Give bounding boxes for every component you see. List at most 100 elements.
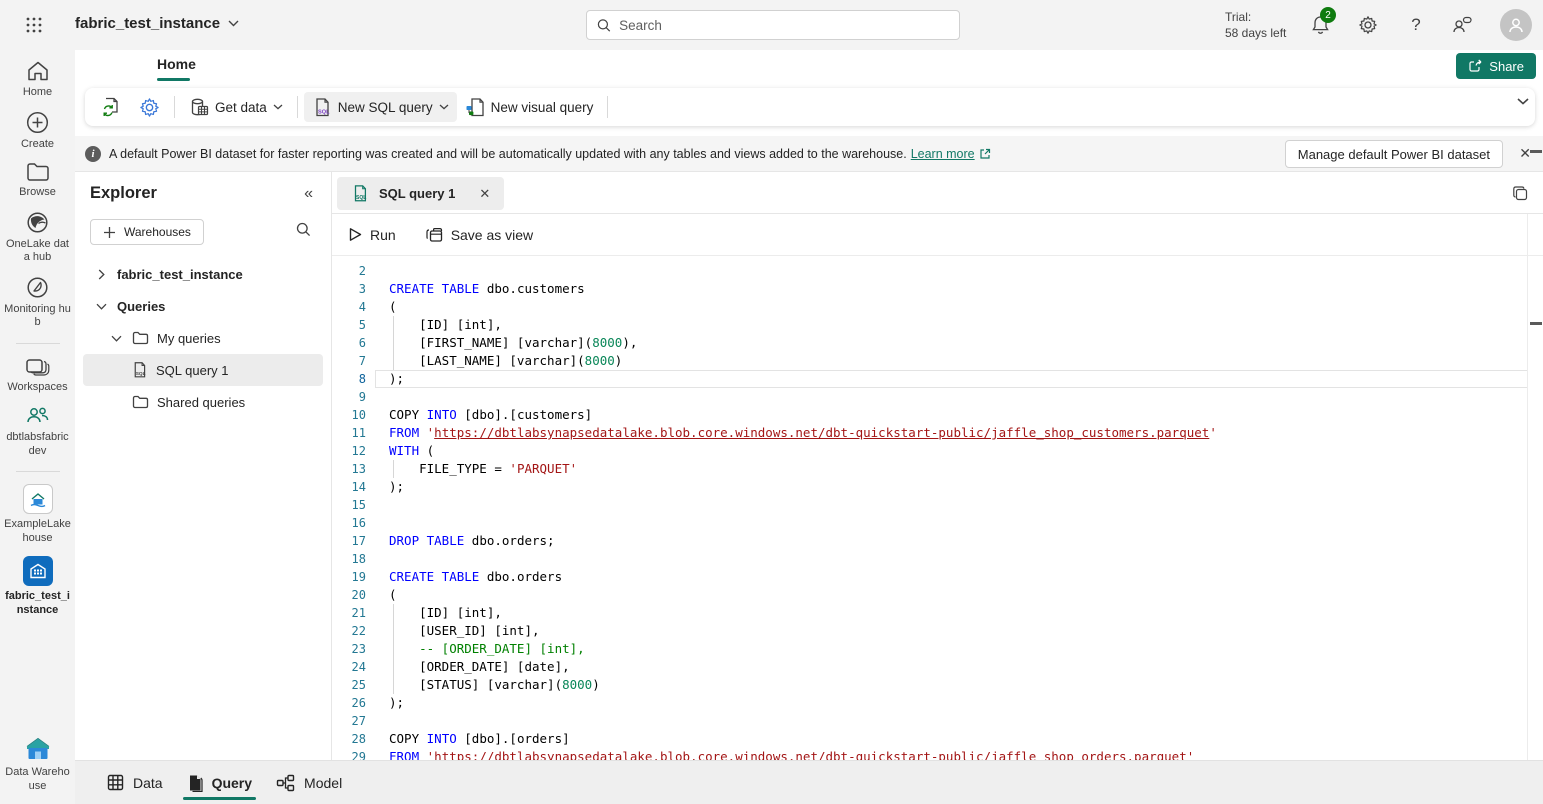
line-number: 25: [332, 676, 366, 694]
view-tab-model[interactable]: Model: [264, 761, 354, 804]
refresh-button[interactable]: [93, 92, 131, 122]
ribbon-expand-chevron[interactable]: [1517, 98, 1529, 105]
code-line-27[interactable]: 27: [332, 712, 1543, 730]
line-text: -- [ORDER_DATE] [int],: [366, 640, 585, 658]
sidebar-item-label: dbtlabsfabricdev: [4, 431, 72, 458]
code-line-7[interactable]: 7 [LAST_NAME] [varchar](8000): [332, 352, 1543, 370]
code-line-14[interactable]: 14);: [332, 478, 1543, 496]
line-number: 17: [332, 532, 366, 550]
main-content: Explorer « Warehouses fabric_test_instan…: [75, 172, 1543, 760]
workspace-name: fabric_test_instance: [75, 15, 220, 32]
warehouse-settings-button[interactable]: [131, 92, 168, 122]
manage-default-dataset-button[interactable]: Manage default Power BI dataset: [1285, 140, 1503, 168]
help-icon[interactable]: ?: [1404, 13, 1428, 37]
visual-query-icon: [465, 97, 485, 118]
close-tab-icon[interactable]: ✕: [479, 186, 490, 202]
code-line-13[interactable]: 13 FILE_TYPE = 'PARQUET': [332, 460, 1543, 478]
line-text: [366, 388, 389, 406]
code-line-24[interactable]: 24 [ORDER_DATE] [date],: [332, 658, 1543, 676]
sidebar-item-create[interactable]: Create: [2, 111, 74, 152]
view-tab-query[interactable]: Query: [175, 761, 264, 804]
code-line-22[interactable]: 22 [USER_ID] [int],: [332, 622, 1543, 640]
explorer-search-icon[interactable]: [296, 222, 311, 237]
code-line-10[interactable]: 10COPY INTO [dbo].[customers]: [332, 406, 1543, 424]
tab-sql-query-1[interactable]: SQL SQL query 1 ✕: [337, 177, 504, 210]
app-launcher-icon[interactable]: [24, 15, 44, 35]
sidebar-item-data-warehouse[interactable]: Data Warehouse: [2, 736, 74, 793]
add-warehouses-button[interactable]: Warehouses: [90, 219, 204, 245]
workspace-switcher[interactable]: fabric_test_instance: [75, 15, 239, 32]
new-visual-query-button[interactable]: New visual query: [457, 92, 602, 122]
query-tab-bar: SQL SQL query 1 ✕: [332, 172, 1543, 214]
code-line-11[interactable]: 11FROM 'https://dbtlabsynapsedatalake.bl…: [332, 424, 1543, 442]
sidebar-item-home[interactable]: Home: [2, 60, 74, 100]
sidebar-item-dbtlabsfabricdev[interactable]: dbtlabsfabricdev: [2, 405, 74, 458]
svg-text:SQL: SQL: [136, 371, 146, 377]
sidebar-item-workspaces[interactable]: Workspaces: [2, 356, 74, 395]
tree-item-fabric-test-instance[interactable]: fabric_test_instance: [83, 258, 323, 290]
code-line-23[interactable]: 23 -- [ORDER_DATE] [int],: [332, 640, 1543, 658]
line-number: 23: [332, 640, 366, 658]
run-icon: [349, 227, 362, 242]
sidebar-item-examplelakehouse[interactable]: ExampleLakehouse: [2, 484, 74, 545]
line-number: 11: [332, 424, 366, 442]
code-line-17[interactable]: 17DROP TABLE dbo.orders;: [332, 532, 1543, 550]
notifications-bell-icon[interactable]: 2: [1308, 13, 1332, 37]
save-as-view-button[interactable]: Save as view: [426, 227, 533, 243]
code-line-16[interactable]: 16: [332, 514, 1543, 532]
code-line-18[interactable]: 18: [332, 550, 1543, 568]
code-line-26[interactable]: 26);: [332, 694, 1543, 712]
code-line-2[interactable]: 2: [332, 262, 1543, 280]
sql-code-editor[interactable]: 23CREATE TABLE dbo.customers4(5 [ID] [in…: [332, 256, 1543, 760]
tab-home[interactable]: Home: [157, 56, 196, 72]
sidebar-item-monitoring-hub[interactable]: Monitoring hub: [2, 276, 74, 330]
share-button[interactable]: Share: [1456, 53, 1536, 79]
sidebar-item-fabric-test-instance[interactable]: fabric_test_instance: [2, 556, 74, 617]
code-line-9[interactable]: 9: [332, 388, 1543, 406]
code-line-6[interactable]: 6 [FIRST_NAME] [varchar](8000),: [332, 334, 1543, 352]
code-line-29[interactable]: 29FROM 'https://dbtlabsynapsedatalake.bl…: [332, 748, 1543, 760]
chevron-down-icon[interactable]: [110, 335, 122, 342]
settings-gear-icon[interactable]: [1356, 13, 1380, 37]
collapse-panel-icon[interactable]: «: [304, 185, 313, 203]
code-line-5[interactable]: 5 [ID] [int],: [332, 316, 1543, 334]
learn-more-link[interactable]: Learn more: [911, 147, 991, 161]
sidebar-item-browse[interactable]: Browse: [2, 162, 74, 200]
banner-message: A default Power BI dataset for faster re…: [109, 147, 907, 161]
tree-item-my-queries[interactable]: My queries: [83, 322, 323, 354]
new-sql-query-button[interactable]: SQL New SQL query: [304, 92, 457, 122]
view-tab-data[interactable]: Data: [95, 761, 175, 804]
line-text: [366, 550, 389, 568]
editor-scrollbar[interactable]: [1527, 214, 1528, 760]
chevron-right-icon[interactable]: [95, 269, 107, 280]
tree-item-queries[interactable]: Queries: [83, 290, 323, 322]
data-warehouse-icon: [23, 736, 53, 762]
plus-icon: [103, 226, 116, 239]
code-line-20[interactable]: 20(: [332, 586, 1543, 604]
line-number: 5: [332, 316, 366, 334]
tree-item-shared-queries[interactable]: Shared queries: [83, 386, 323, 418]
line-number: 13: [332, 460, 366, 478]
feedback-icon[interactable]: [1450, 13, 1474, 37]
sidebar-item-label: Monitoring hub: [4, 303, 72, 330]
code-line-25[interactable]: 25 [STATUS] [varchar](8000): [332, 676, 1543, 694]
code-line-12[interactable]: 12WITH (: [332, 442, 1543, 460]
code-line-15[interactable]: 15: [332, 496, 1543, 514]
code-line-8[interactable]: 8);: [332, 370, 1543, 388]
get-data-button[interactable]: Get data: [181, 92, 291, 122]
sidebar-item-onelake-data-hub[interactable]: OneLake data hub: [2, 211, 74, 265]
code-line-4[interactable]: 4(: [332, 298, 1543, 316]
code-line-21[interactable]: 21 [ID] [int],: [332, 604, 1543, 622]
line-number: 14: [332, 478, 366, 496]
code-line-3[interactable]: 3CREATE TABLE dbo.customers: [332, 280, 1543, 298]
banner-close-icon[interactable]: ✕: [1519, 145, 1531, 162]
search-input[interactable]: [619, 18, 949, 33]
chevron-down-icon[interactable]: [95, 303, 107, 310]
code-line-19[interactable]: 19CREATE TABLE dbo.orders: [332, 568, 1543, 586]
run-button[interactable]: Run: [349, 227, 396, 243]
save-as-view-icon: [426, 227, 443, 243]
copy-icon[interactable]: [1512, 185, 1529, 202]
tree-item-sql-query-1[interactable]: SQLSQL query 1: [83, 354, 323, 386]
code-line-28[interactable]: 28COPY INTO [dbo].[orders]: [332, 730, 1543, 748]
account-avatar[interactable]: [1500, 9, 1532, 41]
